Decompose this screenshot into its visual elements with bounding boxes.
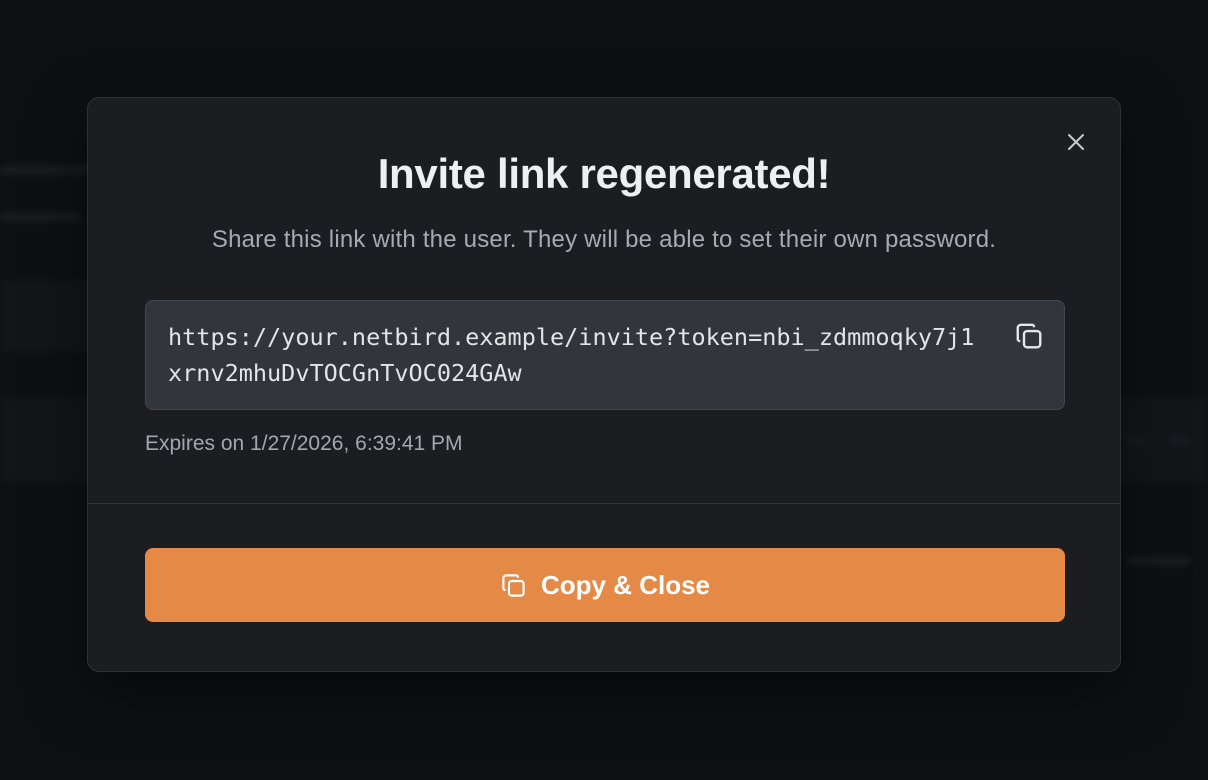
- copy-link-button[interactable]: [1012, 319, 1046, 353]
- copy-and-close-button[interactable]: Copy & Close: [145, 548, 1065, 622]
- invite-link-text[interactable]: https://your.netbird.example/invite?toke…: [168, 319, 984, 391]
- copy-icon: [1016, 323, 1042, 349]
- dialog-title: Invite link regenerated!: [377, 150, 831, 197]
- copy-and-close-label: Copy & Close: [540, 569, 711, 600]
- dialog-divider: [88, 503, 1120, 504]
- invite-link-dialog: Invite link regenerated! Share this link…: [87, 97, 1121, 672]
- invite-link-field[interactable]: https://your.netbird.example/invite?toke…: [145, 300, 1065, 410]
- copy-icon: [500, 572, 527, 599]
- expiration-text: Expires on 1/27/2026, 6:39:41 PM: [145, 432, 463, 455]
- close-icon: [1068, 134, 1084, 150]
- dialog-subtitle: Share this link with the user. They will…: [211, 226, 997, 253]
